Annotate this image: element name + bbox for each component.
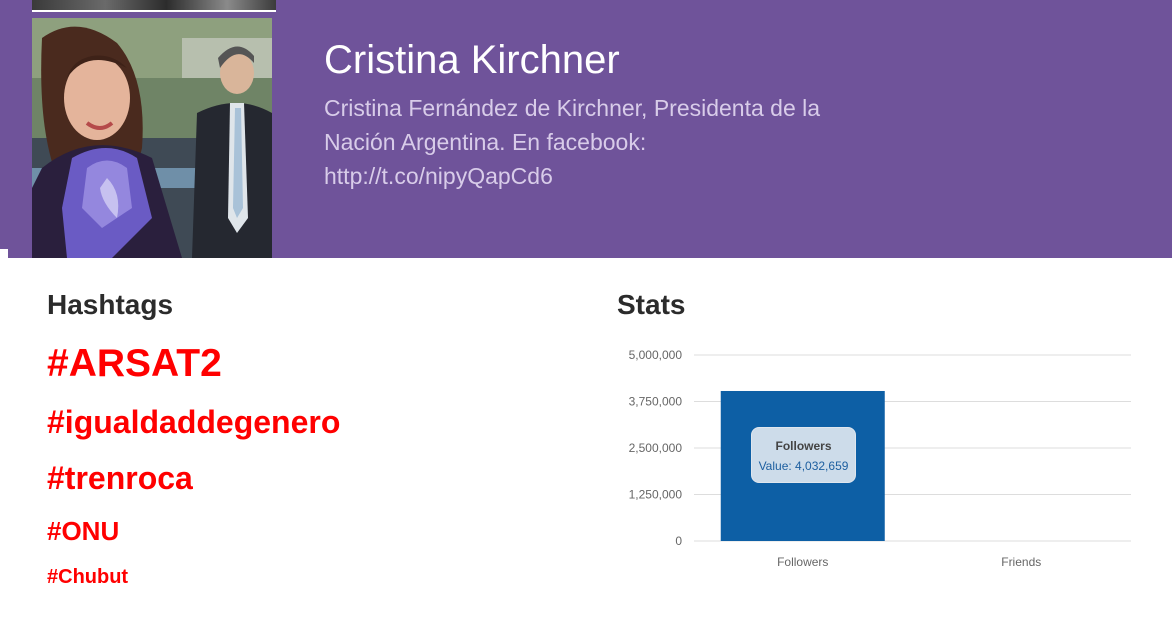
header-corner [0,249,8,258]
hashtag-link[interactable]: #Chubut [47,566,128,589]
bio-link[interactable]: http://t.co/nipyQapCd6 [324,163,553,189]
stats-bar-chart: 0 1,250,000 2,500,000 3,750,000 5,000,000 Fol… [629,348,1131,569]
y-tick-label: 3,750,000 [629,395,683,409]
profile-bio: Cristina Fernández de Kirchner, Presiden… [324,91,884,193]
x-tick-label: Followers [777,555,828,569]
stats-title: Stats [617,289,686,320]
hashtag-link[interactable]: #ARSAT2 [47,342,222,386]
previous-image-strip [32,0,276,12]
y-tick-label: 0 [675,534,682,548]
y-tick-label: 5,000,000 [629,348,683,362]
bio-line: Cristina Fernández de Kirchner, Presiden… [324,95,821,121]
y-tick-label: 1,250,000 [629,488,683,502]
tooltip-title: Followers [775,439,832,453]
chart-tooltip: Followers Value: 4,032,659 [751,427,856,483]
hashtag-link[interactable]: #igualdaddegenero [47,404,340,441]
x-tick-label: Friends [1001,555,1041,569]
profile-avatar[interactable] [32,18,272,258]
bio-line: Nación Argentina. En facebook: [324,129,647,155]
avatar-photo [32,18,272,258]
tooltip-value: Value: 4,032,659 [758,459,849,473]
hashtag-link[interactable]: #trenroca [47,460,193,497]
profile-name: Cristina Kirchner [324,38,620,82]
hashtags-title: Hashtags [47,289,174,320]
hashtag-link[interactable]: #ONU [47,516,119,547]
y-tick-label: 2,500,000 [629,441,683,455]
